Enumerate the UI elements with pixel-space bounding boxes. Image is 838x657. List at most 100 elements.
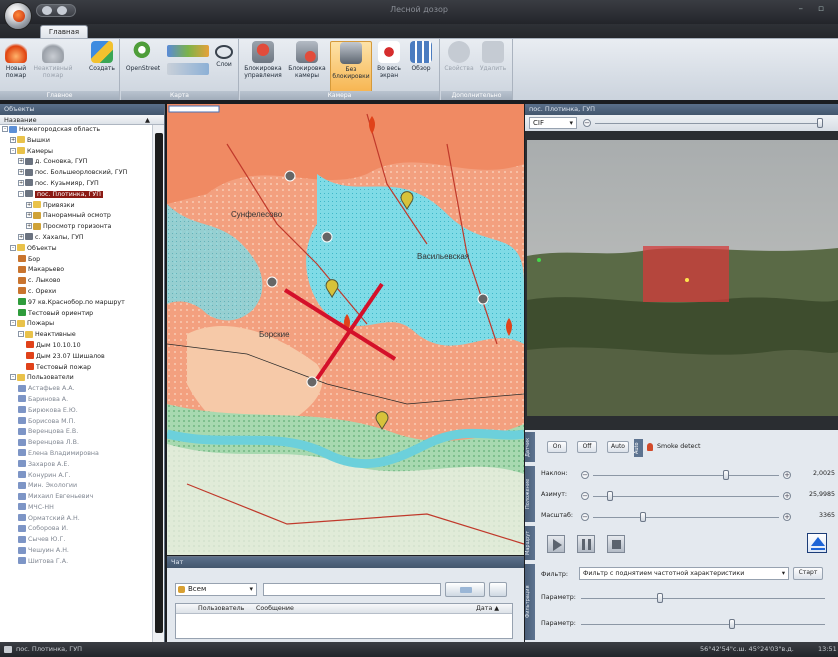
inactive-fire-button[interactable]: Неактивный пожар xyxy=(32,41,74,79)
tree-item[interactable]: + пос. Кузьмияр, ГУП xyxy=(0,179,152,190)
tree-item[interactable]: Елена Владимировна xyxy=(0,449,152,460)
tree-item[interactable]: Шитова Г.А. xyxy=(0,557,152,568)
tree-item[interactable]: Дым 23.07 Шишалов xyxy=(0,352,152,363)
side-tab-filtering[interactable]: Фильтрация xyxy=(525,564,535,640)
message-input[interactable] xyxy=(263,583,441,596)
send-button[interactable] xyxy=(445,582,485,597)
collapse-icon[interactable]: - xyxy=(18,190,24,197)
fullscreen-button[interactable]: Во весь экран xyxy=(374,41,404,79)
camera-marker-2[interactable] xyxy=(306,376,318,388)
map-tools-strip[interactable] xyxy=(167,45,209,57)
tree-item[interactable]: Баринова А. xyxy=(0,395,152,406)
tree-item[interactable]: Астафьев А.А. xyxy=(0,384,152,395)
camera-marker-4[interactable] xyxy=(284,170,296,182)
new-fire-button[interactable]: Новый пожар xyxy=(2,41,30,79)
tree-item[interactable]: МЧС-НН xyxy=(0,503,152,514)
slider-track[interactable] xyxy=(593,475,779,476)
camera-marker-1[interactable] xyxy=(266,276,278,288)
expand-icon[interactable]: + xyxy=(18,233,24,240)
tree-scrollbar[interactable] xyxy=(152,125,164,642)
slider-thumb[interactable] xyxy=(639,512,646,522)
video-slider-track[interactable] xyxy=(595,123,821,124)
tree-column-header[interactable]: Название ▲ xyxy=(0,115,164,125)
tree-item[interactable]: с. Орехи xyxy=(0,287,152,298)
filter-select[interactable]: Фильтр с поднятием частотной характерист… xyxy=(579,567,789,580)
tree-item[interactable]: Бор xyxy=(0,255,152,266)
messages-table[interactable]: Пользователь Сообщение Дата ▲ xyxy=(175,603,513,639)
camera-marker-5[interactable] xyxy=(321,231,333,243)
expand-icon[interactable]: + xyxy=(10,136,16,143)
lock-control-button[interactable]: Блокировка управления xyxy=(242,41,284,79)
increase-button[interactable]: + xyxy=(783,471,791,479)
tree-item[interactable]: Захаров А.Е. xyxy=(0,460,152,471)
collapse-icon[interactable]: - xyxy=(10,244,16,251)
attach-button[interactable] xyxy=(489,582,507,597)
expand-icon[interactable]: + xyxy=(26,212,32,219)
sensor-off-button[interactable]: Off xyxy=(577,441,597,453)
param2-slider-track[interactable] xyxy=(581,624,825,625)
decrease-button[interactable]: − xyxy=(581,471,589,479)
tree-item[interactable]: + пос. Большеорловский, ГУП xyxy=(0,168,152,179)
video-slider-thumb[interactable] xyxy=(817,118,823,128)
tree-item[interactable]: - Камеры xyxy=(0,147,152,158)
tree-item[interactable]: Сычев Ю.Г. xyxy=(0,535,152,546)
tree-item[interactable]: Соборова И. xyxy=(0,524,152,535)
delete-button[interactable]: Удалить xyxy=(477,41,509,72)
param1-slider-thumb[interactable] xyxy=(657,593,664,603)
expand-icon[interactable]: + xyxy=(26,223,32,230)
layers-button[interactable]: Слои xyxy=(211,41,237,68)
collapse-icon[interactable]: - xyxy=(10,320,16,327)
tree-item[interactable]: + Панорамный осмотр xyxy=(0,211,152,222)
route-play-button[interactable] xyxy=(547,535,565,553)
expand-icon[interactable]: + xyxy=(26,201,32,208)
map-view[interactable]: Сунфелесово Васильевская Борские xyxy=(167,104,524,555)
tree-item[interactable]: Макарьево xyxy=(0,265,152,276)
tree-item[interactable]: - Пожары xyxy=(0,319,152,330)
tree-item[interactable]: с. Лыково xyxy=(0,276,152,287)
tree-item[interactable]: + д. Соновка, ГУП xyxy=(0,157,152,168)
recipient-select[interactable]: Всем ▾ xyxy=(175,583,257,596)
overview-button[interactable]: Обзор xyxy=(406,41,436,72)
openstreet-button[interactable]: OpenStreet xyxy=(123,41,163,72)
properties-button[interactable]: Свойства xyxy=(443,41,475,72)
collapse-icon[interactable]: - xyxy=(18,331,24,338)
param1-slider-track[interactable] xyxy=(581,598,825,599)
side-tab-route[interactable]: Маршрут xyxy=(525,526,535,560)
tree-item[interactable]: + Просмотр горизонта xyxy=(0,222,152,233)
tree-item[interactable]: Веренцова Е.В. xyxy=(0,427,152,438)
tree-item[interactable]: Борисова М.П. xyxy=(0,417,152,428)
tree-item[interactable]: Бирюкова Е.Ю. xyxy=(0,406,152,417)
tree-item[interactable]: Веренцова Л.В. xyxy=(0,438,152,449)
app-menu-button[interactable] xyxy=(4,2,32,30)
no-lock-button[interactable]: Без блокировки xyxy=(330,41,372,93)
map-canvas[interactable]: Сунфелесово Васильевская Борские xyxy=(167,104,524,555)
tree-item[interactable]: - пос. Плотинка, ГУП xyxy=(0,190,152,201)
tree-item[interactable]: + с. Хахалы, ГУП xyxy=(0,233,152,244)
sensor-auto-button[interactable]: Auto xyxy=(607,441,629,453)
collapse-icon[interactable]: - xyxy=(10,374,16,381)
map-mode-strip[interactable] xyxy=(167,63,209,75)
decrease-button[interactable]: − xyxy=(581,513,589,521)
slider-track[interactable] xyxy=(593,496,779,497)
tree-item[interactable]: Орматский А.Н. xyxy=(0,514,152,525)
camera-marker-3[interactable] xyxy=(477,293,489,305)
tree-item[interactable]: 97 кв.Краснобор.по маршрут xyxy=(0,298,152,309)
tree-item[interactable]: Дым 10.10.10 xyxy=(0,341,152,352)
expand-icon[interactable]: + xyxy=(18,179,24,186)
create-button[interactable]: Создать xyxy=(86,41,118,72)
slider-thumb[interactable] xyxy=(722,470,729,480)
side-tab-sensor[interactable]: Датчик xyxy=(525,432,535,462)
tree-item[interactable]: Мин. Экологии xyxy=(0,481,152,492)
tree-item[interactable]: Тестовый ориентир xyxy=(0,309,152,320)
column-user[interactable]: Пользователь xyxy=(198,604,244,614)
param2-slider-thumb[interactable] xyxy=(728,619,735,629)
sensor-on-button[interactable]: On xyxy=(547,441,567,453)
tree-item[interactable]: - Неактивные xyxy=(0,330,152,341)
tab-main[interactable]: Главная xyxy=(40,25,88,38)
column-date[interactable]: Дата ▲ xyxy=(476,604,499,614)
tree-item[interactable]: Тестовый пожар xyxy=(0,363,152,374)
collapse-icon[interactable]: - xyxy=(10,147,16,154)
route-stop-button[interactable] xyxy=(607,535,625,553)
format-select[interactable]: CIF ▾ xyxy=(529,117,577,129)
collapse-icon[interactable]: - xyxy=(2,126,8,132)
